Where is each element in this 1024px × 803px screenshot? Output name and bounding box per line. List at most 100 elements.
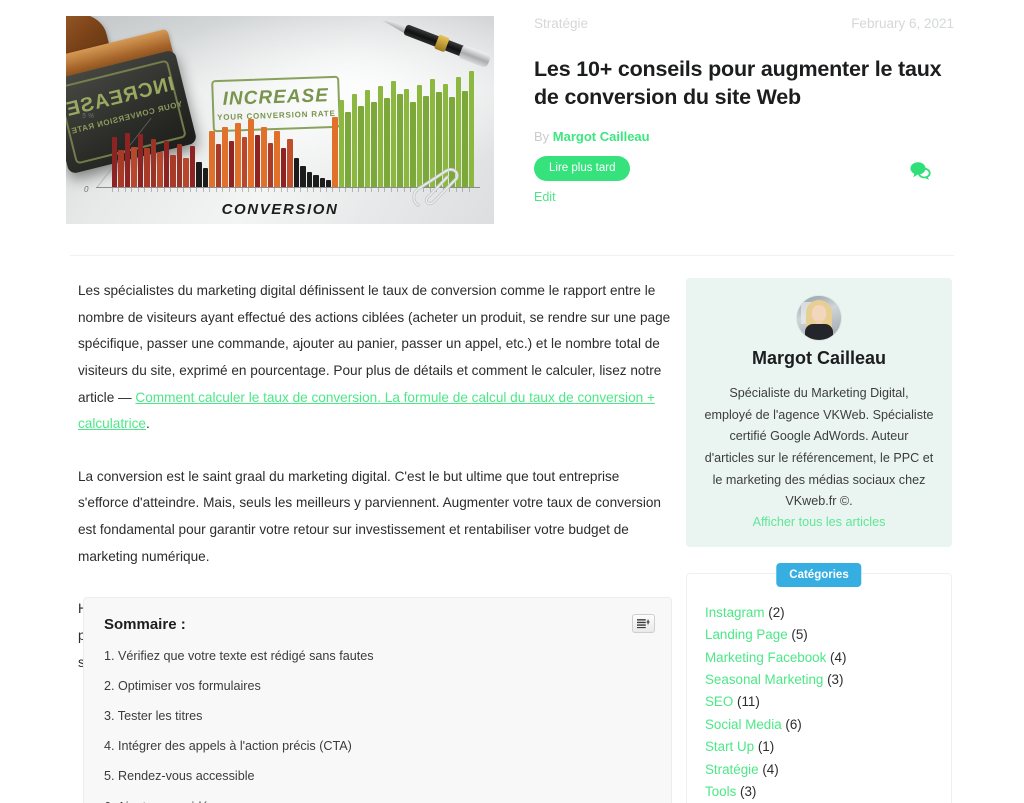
read-later-button[interactable]: Lire plus tard — [534, 155, 631, 182]
category-count: (4) — [826, 649, 847, 665]
chart-bar — [124, 132, 131, 187]
chart-tick — [319, 188, 325, 192]
chart-tick — [300, 188, 305, 192]
toc-item[interactable]: 1. Vérifiez que votre texte est rédigé s… — [104, 649, 651, 664]
category-link[interactable]: SEO — [705, 694, 733, 709]
category-link[interactable]: Social Media — [705, 717, 782, 732]
author-card: Margot Cailleau Spécialiste du Marketing… — [686, 278, 952, 547]
pen-cap — [458, 44, 492, 69]
chart-tick — [131, 188, 136, 192]
category-link[interactable]: Tools — [705, 784, 736, 799]
toc-list: 1. Vérifiez que votre texte est rédigé s… — [104, 649, 651, 803]
chart-bar — [183, 158, 189, 187]
chart-bar — [397, 94, 403, 187]
list-item: Seasonal Marketing (3) — [705, 669, 933, 691]
chart-bar — [384, 98, 390, 187]
chart-bar — [215, 144, 222, 187]
categories-badge[interactable]: Catégories — [776, 562, 862, 587]
toc-item[interactable]: 4. Intégrer des appels à l'action précis… — [104, 739, 651, 754]
article-paragraph: La conversion est le saint graal du mark… — [78, 468, 661, 564]
avatar-body — [805, 324, 833, 340]
chart-bar — [189, 146, 196, 187]
chart-tick — [118, 188, 123, 192]
categories-widget: Catégories Instagram (2) Landing Page (5)… — [686, 562, 952, 803]
chart-bar — [112, 136, 118, 187]
chart-tick — [351, 188, 357, 192]
chart-tick — [274, 188, 279, 192]
comment-bubbles-icon[interactable] — [908, 160, 932, 182]
chart-bar — [137, 133, 144, 187]
edit-link[interactable]: Edit — [534, 190, 954, 204]
chart-bar — [332, 117, 338, 187]
table-of-contents: Sommaire : 1. Vérifiez que votre texte e… — [83, 597, 672, 803]
chart-bar — [377, 86, 384, 187]
chart-bar — [319, 178, 325, 187]
chart-tick — [215, 188, 221, 192]
chart-bar — [293, 158, 300, 187]
post-actions: Lire plus tard Edit — [534, 155, 954, 212]
chart-tick — [287, 188, 292, 192]
chart-tick — [377, 188, 383, 192]
post-category-link[interactable]: Stratégie — [534, 16, 588, 31]
conversion-chart-photo: INCREASE YOUR CONVERSION RATE INCREASE Y… — [66, 16, 494, 224]
post-meta-row: Stratégie February 6, 2021 — [534, 16, 954, 31]
chart-bar — [235, 123, 241, 187]
chart-tick — [183, 188, 188, 192]
chart-tick — [345, 188, 350, 192]
chart-tick — [267, 188, 273, 192]
chart-tick — [280, 188, 286, 192]
byline-prefix: By — [534, 128, 550, 144]
category-link[interactable]: Landing Page — [705, 627, 788, 642]
list-item: Social Media (6) — [705, 714, 933, 736]
category-count: (5) — [787, 627, 808, 643]
toc-list-toggle-icon[interactable] — [632, 614, 655, 633]
category-link[interactable]: Seasonal Marketing — [705, 672, 823, 687]
chart-tick — [124, 188, 130, 192]
chart-tick — [325, 188, 331, 192]
chart-bar — [300, 165, 306, 187]
category-link[interactable]: Instagram — [705, 605, 765, 620]
category-link[interactable]: Marketing Facebook — [705, 650, 826, 665]
chart-bar — [144, 148, 150, 187]
chart-tick — [338, 188, 344, 192]
chart-bar — [313, 175, 319, 187]
article-paragraph: Les spécialistes du marketing digital dé… — [78, 283, 671, 432]
category-link[interactable]: Start Up — [705, 739, 754, 754]
toc-item[interactable]: 2. Optimiser vos formulaires — [104, 679, 651, 694]
toc-item[interactable]: 5. Rendez-vous accessible — [104, 769, 651, 784]
toc-item[interactable]: 3. Tester les titres — [104, 709, 651, 724]
category-link[interactable]: Stratégie — [705, 762, 759, 777]
chart-tick — [202, 188, 208, 192]
list-item: Tools (3) — [705, 781, 933, 803]
pen-body — [403, 24, 467, 58]
post-header: Stratégie February 6, 2021 Les 10+ conse… — [534, 16, 954, 212]
chart-caption: CONVERSION — [221, 201, 339, 218]
article-inline-link[interactable]: Comment calculer le taux de conversion. … — [78, 390, 655, 432]
chart-bar — [345, 111, 351, 187]
category-count: (3) — [736, 783, 757, 799]
chart-y-tick-zero: 0 — [84, 185, 89, 194]
header-divider — [70, 255, 954, 256]
toc-item[interactable]: 6. Ajouter une vidéo — [104, 800, 651, 803]
chart-tick — [157, 188, 162, 192]
chart-tick — [293, 188, 299, 192]
chart-bar — [209, 130, 215, 187]
author-all-articles-link[interactable]: Afficher tous les articles — [753, 515, 886, 529]
post-date: February 6, 2021 — [851, 16, 954, 31]
chart-y-tick-top: 5 % — [82, 113, 95, 120]
chart-bar — [390, 80, 397, 187]
author-name: Margot Cailleau — [751, 348, 887, 368]
chart-bar — [287, 138, 293, 187]
category-count: (1) — [754, 739, 775, 755]
chart-bar — [306, 171, 313, 187]
chart-bar — [241, 136, 248, 187]
list-item: SEO (11) — [705, 691, 933, 713]
featured-image[interactable]: INCREASE YOUR CONVERSION RATE INCREASE Y… — [66, 16, 494, 224]
chart-bars — [112, 71, 475, 187]
chart-bar — [228, 140, 235, 187]
chart-bar — [267, 142, 274, 187]
author-link[interactable]: Margot Cailleau — [553, 129, 650, 144]
categories-box: Instagram (2) Landing Page (5) Marketing F… — [686, 572, 952, 803]
chart-bar — [157, 152, 163, 187]
page-title: Les 10+ conseils pour augmenter le taux … — [534, 57, 942, 110]
